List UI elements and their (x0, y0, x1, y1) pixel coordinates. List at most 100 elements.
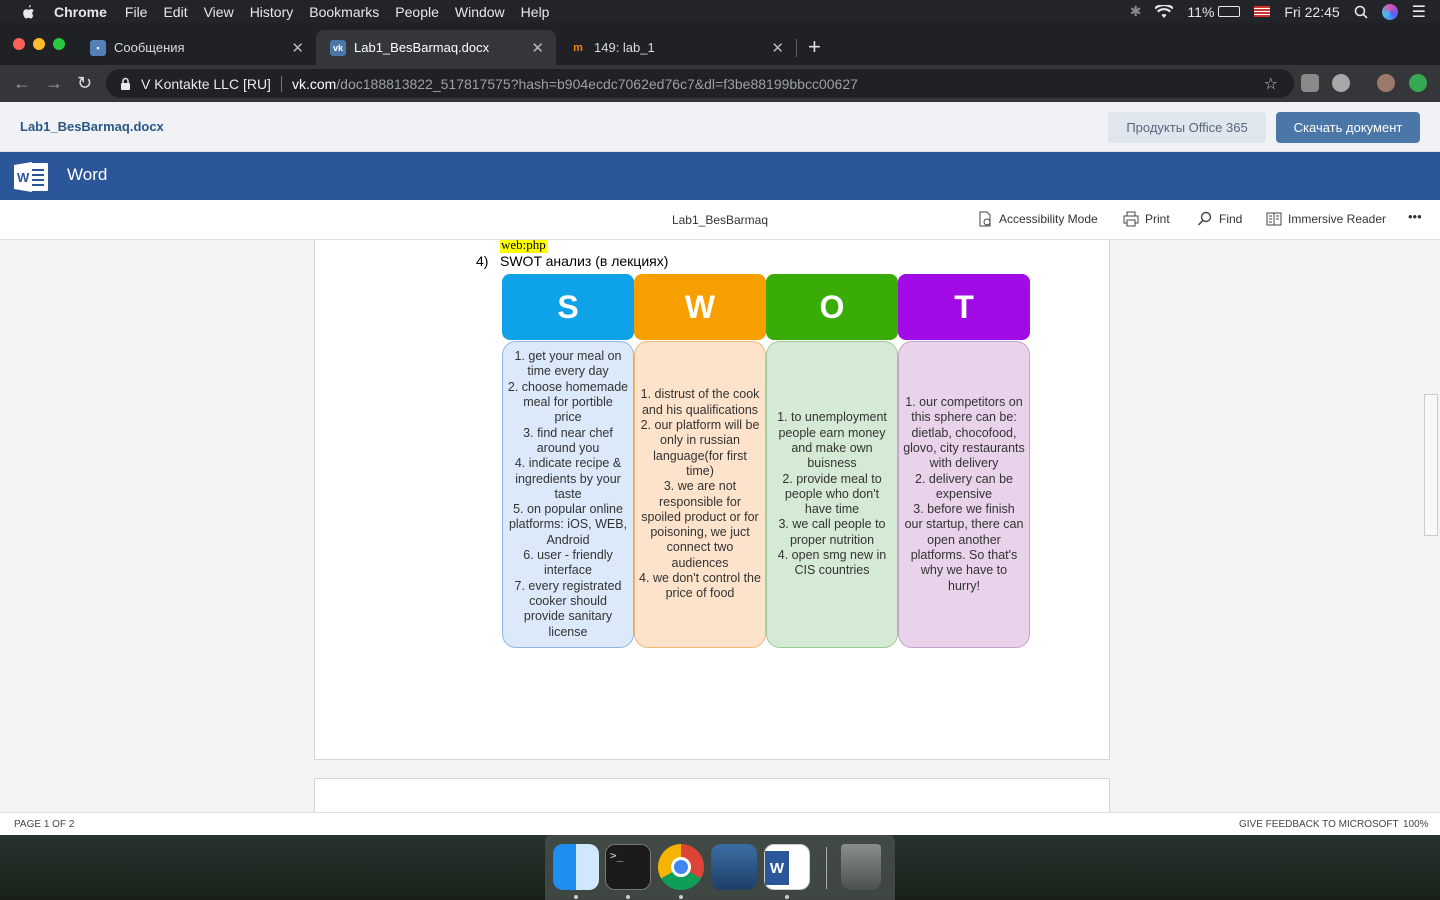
swot-line: 1. to unemployment (777, 410, 887, 425)
chrome-tab-strip: ▪ Сообщения ✕ vk Lab1_BesBarmaq.docx ✕ m… (0, 23, 1440, 65)
lock-icon[interactable] (120, 77, 131, 90)
siri-icon[interactable] (1381, 3, 1398, 20)
update-icon[interactable] (1409, 74, 1427, 92)
swot-line: price (554, 410, 582, 425)
swot-line: 1. distrust of the cook (640, 387, 760, 402)
swot-line: why we have to (920, 563, 1008, 578)
swot-header-s: S (502, 274, 634, 340)
menu-bookmarks[interactable]: Bookmarks (309, 4, 379, 20)
spotlight-icon[interactable] (1354, 5, 1368, 19)
swot-line: only in russian (660, 433, 740, 448)
moodle-icon: m (573, 41, 583, 54)
document-viewport[interactable]: web:php 4) SWOT анализ (в лекциях) S 1. g… (0, 240, 1440, 812)
menu-file[interactable]: File (125, 4, 148, 20)
tab-moodle[interactable]: m 149: lab_1 ✕ (556, 30, 796, 65)
notification-center-icon[interactable]: ☰ (1412, 2, 1426, 22)
swot-text: 1. distrust of the cook and his qualifica… (639, 387, 761, 601)
address-bar[interactable]: V Kontakte LLC [RU] vk.com /doc188813822… (106, 69, 1294, 98)
swot-line: 4. indicate recipe & (514, 456, 622, 471)
more-options-icon: ••• (1408, 209, 1422, 224)
swot-threats: T 1. our competitors on this sphere can b… (898, 274, 1030, 650)
bluetooth-icon[interactable]: ✱ (1130, 3, 1142, 20)
menu-app-name[interactable]: Chrome (54, 4, 107, 20)
menu-history[interactable]: History (250, 4, 294, 20)
finder-icon[interactable] (553, 844, 599, 890)
word-icon[interactable]: W (764, 844, 810, 890)
find-label: Find (1219, 212, 1243, 226)
tab-messages[interactable]: ▪ Сообщения ✕ (76, 30, 316, 65)
zoom-window-button[interactable] (53, 38, 65, 50)
battery-percent: 11% (1187, 3, 1215, 20)
minimize-window-button[interactable] (33, 38, 45, 50)
profile-avatar[interactable] (1377, 74, 1395, 92)
swot-line: platforms. So that's (910, 548, 1018, 563)
menu-view[interactable]: View (204, 4, 234, 20)
close-tab-icon[interactable]: ✕ (531, 39, 544, 57)
document-page-2 (314, 778, 1110, 812)
menu-help[interactable]: Help (521, 4, 550, 20)
swot-line: audiences (671, 555, 729, 570)
swot-line: Android (546, 532, 590, 547)
url-domain[interactable]: vk.com (292, 76, 336, 92)
site-identity[interactable]: V Kontakte LLC [RU] (141, 76, 271, 92)
download-document-button[interactable]: Скачать документ (1276, 112, 1420, 143)
mysql-workbench-icon[interactable] (711, 844, 757, 890)
macos-menubar: Chrome File Edit View History Bookmarks … (0, 0, 1440, 23)
swot-line: 2. our platform will be (640, 418, 760, 433)
forward-icon[interactable]: → (45, 73, 63, 94)
url-path[interactable]: /doc188813822_517817575?hash=b904ecdc706… (336, 76, 858, 92)
bookmark-star-icon[interactable]: ☆ (1264, 74, 1278, 94)
feedback-link[interactable]: GIVE FEEDBACK TO MICROSOFT (1239, 819, 1399, 830)
print-label: Print (1145, 212, 1170, 226)
swot-line: 7. every registrated (514, 578, 622, 593)
swot-line: interface (544, 563, 592, 578)
swot-line: our startup, there can (904, 517, 1024, 532)
vk-icon: vk (330, 39, 346, 56)
extension-icon[interactable] (1301, 74, 1319, 92)
menu-edit[interactable]: Edit (163, 4, 187, 20)
word-logo-icon[interactable]: W (14, 160, 50, 194)
us-flag-icon[interactable] (1254, 6, 1271, 17)
swot-line: ingredients by your (515, 471, 621, 486)
office-products-button[interactable]: Продукты Office 365 (1108, 112, 1266, 143)
menu-window[interactable]: Window (455, 4, 505, 20)
close-tab-icon[interactable]: ✕ (771, 39, 784, 57)
macos-dock: >_ W (545, 835, 895, 900)
apple-icon[interactable] (20, 4, 36, 20)
swot-line: hurry! (948, 578, 980, 593)
chrome-icon[interactable] (658, 844, 704, 890)
menu-people[interactable]: People (395, 4, 439, 20)
wifi-icon[interactable] (1155, 4, 1174, 19)
more-options-button[interactable]: ••• (1408, 209, 1422, 224)
clock[interactable]: Fri 22:45 (1284, 4, 1339, 20)
new-tab-button[interactable]: + (808, 34, 821, 60)
swot-line: around you (536, 440, 600, 455)
battery-icon[interactable] (1218, 6, 1241, 17)
extension-globe-icon[interactable] (1332, 74, 1350, 92)
close-tab-icon[interactable]: ✕ (291, 39, 304, 57)
swot-body-s: 1. get your meal on time every day 2. choo… (502, 341, 634, 648)
reload-icon[interactable]: ↻ (77, 73, 92, 94)
swot-line: 4. open smg new in (777, 548, 887, 563)
back-icon[interactable]: ← (13, 73, 31, 94)
zoom-level[interactable]: 100% (1403, 819, 1429, 830)
vk-filename-link[interactable]: Lab1_BesBarmaq.docx (20, 119, 164, 134)
find-button[interactable]: Find (1197, 211, 1242, 227)
swot-text: 1. our competitors on this sphere can be:… (903, 395, 1025, 594)
terminal-icon[interactable]: >_ (605, 844, 651, 890)
swot-line: poisoning, we juct (650, 525, 750, 540)
swot-line: 2. provide meal to (782, 471, 882, 486)
accessibility-mode-button[interactable]: Accessibility Mode (977, 211, 1098, 227)
print-button[interactable]: Print (1123, 211, 1170, 227)
close-window-button[interactable] (13, 38, 25, 50)
swot-line: and make own (791, 440, 873, 455)
swot-body-o: 1. to unemployment people earn money and m… (766, 341, 898, 648)
swot-line: 1. get your meal on (514, 349, 622, 364)
swot-line: dietlab, chocofood, (911, 425, 1017, 440)
immersive-reader-button[interactable]: Immersive Reader (1266, 211, 1386, 227)
running-indicator (679, 895, 683, 899)
trash-icon[interactable] (841, 844, 881, 890)
tab-document[interactable]: vk Lab1_BesBarmaq.docx ✕ (316, 30, 556, 65)
scrollbar-thumb[interactable] (1424, 394, 1438, 536)
swot-header-w: W (634, 274, 766, 340)
